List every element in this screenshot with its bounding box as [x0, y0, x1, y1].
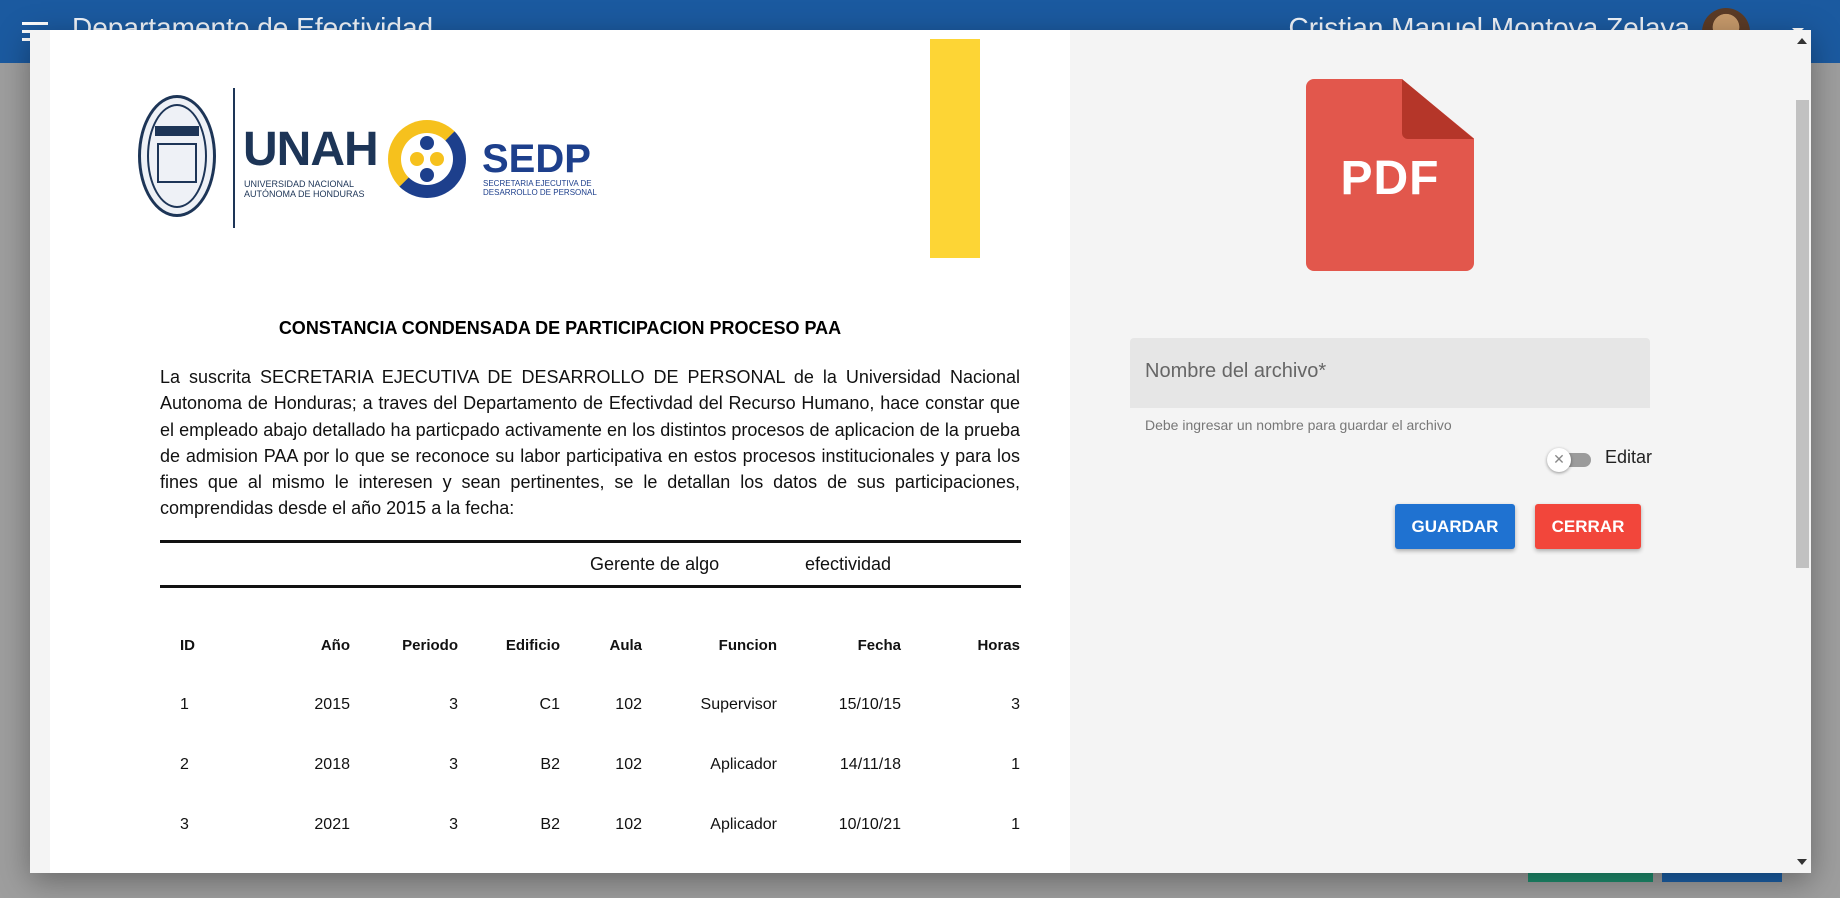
table-cell: 3 — [180, 816, 189, 833]
decorative-yellow-bar — [930, 39, 980, 258]
table-cell: 2015 — [314, 696, 350, 713]
filename-hint: Debe ingresar un nombre para guardar el … — [1145, 417, 1452, 433]
unah-logo-subtitle: UNIVERSIDAD NACIONAL AUTÓNOMA DE HONDURA… — [244, 179, 365, 199]
table-cell: Aplicador — [710, 756, 777, 773]
document-paragraph: La suscrita SECRETARIA EJECUTIVA DE DESA… — [160, 367, 1020, 519]
employee-department: efectividad — [805, 554, 892, 574]
logo-divider — [233, 88, 235, 228]
table-cell: 102 — [615, 816, 642, 833]
sedp-figure-icon — [420, 136, 434, 150]
sedp-figure-icon — [420, 168, 434, 182]
filename-input[interactable]: Nombre del archivo* — [1130, 338, 1650, 408]
column-header-function: Funcion — [718, 637, 777, 654]
column-header-year: Año — [320, 637, 350, 654]
pdf-dialog: UNAH UNIVERSIDAD NACIONAL AUTÓNOMA DE HO… — [30, 30, 1811, 873]
document-preview: UNAH UNIVERSIDAD NACIONAL AUTÓNOMA DE HO… — [50, 30, 1070, 873]
filename-label: Nombre del archivo* — [1145, 360, 1327, 382]
employee-position: Gerente de algo — [590, 554, 720, 574]
table-cell: Aplicador — [710, 816, 777, 833]
scroll-up-arrow-icon[interactable] — [1797, 38, 1807, 44]
save-button[interactable]: GUARDAR — [1395, 504, 1515, 549]
column-header-room: Aula — [609, 637, 642, 654]
close-button[interactable]: CERRAR — [1535, 504, 1641, 549]
table-cell: C1 — [539, 696, 560, 713]
column-header-id: ID — [180, 637, 195, 654]
sedp-logo-subtitle: SECRETARIA EJECUTIVA DE DESARROLLO DE PE… — [483, 179, 597, 197]
scrollbar-thumb[interactable] — [1796, 100, 1809, 568]
pdf-icon-label: PDF — [1340, 152, 1440, 205]
edit-toggle-label[interactable]: Editar — [1605, 447, 1652, 468]
table-cell: 1 — [180, 696, 189, 713]
table-cell: 2018 — [314, 756, 350, 773]
table-cell: B2 — [540, 756, 560, 773]
column-header-hours: Horas — [977, 637, 1020, 654]
sedp-logo-icon — [388, 120, 466, 198]
table-cell: B2 — [540, 816, 560, 833]
table-cell: 14/11/18 — [839, 756, 901, 773]
table-cell: 3 — [449, 816, 458, 833]
scroll-down-arrow-icon[interactable] — [1797, 859, 1807, 865]
table-cell: Supervisor — [700, 696, 777, 713]
sedp-figure-icon — [430, 152, 444, 166]
sedp-logo-text: SEDP — [482, 137, 591, 181]
pdf-file-icon: PDF — [1306, 79, 1474, 271]
document-title: CONSTANCIA CONDENSADA DE PARTICIPACION P… — [278, 318, 842, 338]
table-cell: 1 — [1011, 756, 1020, 773]
close-icon: ✕ — [1547, 448, 1571, 472]
table-cell: 2021 — [314, 816, 350, 833]
table-cell: 102 — [615, 696, 642, 713]
table-cell: 3 — [449, 696, 458, 713]
edit-toggle[interactable]: ✕ — [1547, 448, 1593, 472]
table-cell: 15/10/15 — [838, 696, 901, 713]
table-cell: 102 — [615, 756, 642, 773]
table-cell: 1 — [1011, 816, 1020, 833]
unah-seal-logo — [138, 95, 216, 217]
table-cell: 2 — [180, 756, 189, 773]
table-cell: 3 — [449, 756, 458, 773]
dialog-scrollbar[interactable] — [1792, 30, 1811, 873]
divider-bottom — [160, 585, 1021, 588]
unah-logo-text: UNAH — [243, 123, 379, 176]
sedp-figure-icon — [410, 152, 424, 166]
table-cell: 10/10/21 — [838, 816, 901, 833]
table-cell: 3 — [1011, 696, 1020, 713]
divider-top — [160, 540, 1021, 543]
column-header-building: Edificio — [505, 637, 560, 654]
column-header-period: Periodo — [402, 637, 458, 654]
column-header-date: Fecha — [857, 637, 901, 654]
